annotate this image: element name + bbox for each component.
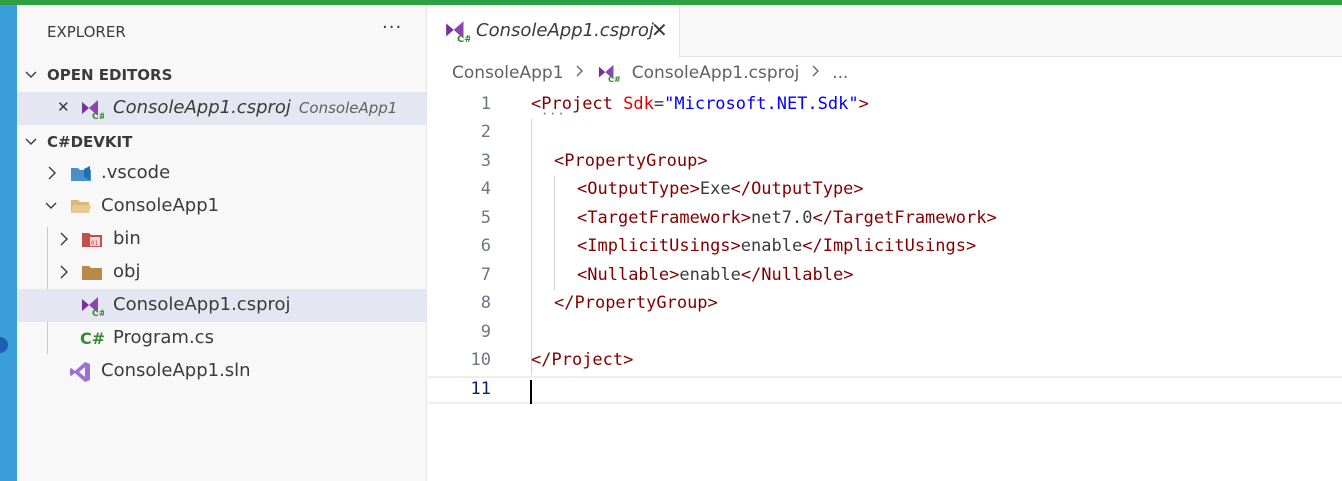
code-line: 3 <PropertyGroup>: [428, 148, 1342, 176]
line-content: </Project>: [531, 350, 634, 370]
line-number: 1: [480, 94, 491, 114]
folder-icon: [81, 262, 103, 282]
tree-item-label: ConsoleApp1: [101, 195, 220, 216]
code-line: 4 <OutputType>Exe</OutputType>: [428, 176, 1342, 204]
tab-bar: C# ConsoleApp1.csproj ✕: [428, 5, 1342, 58]
explorer-title: EXPLORER: [47, 23, 126, 41]
open-editors-label: OPEN EDITORS: [47, 66, 173, 84]
svg-text:C#: C#: [92, 309, 104, 317]
chevron-down-icon: [24, 67, 38, 87]
code-line: 2: [428, 119, 1342, 147]
line-number: 6: [480, 236, 491, 256]
workspace-header[interactable]: C#DEVKIT: [17, 128, 427, 158]
code-line: 7 <Nullable>enable</Nullable>: [428, 262, 1342, 290]
code-line: 6 <ImplicitUsings>enable</ImplicitUsings…: [428, 233, 1342, 261]
chevron-right-icon: [57, 262, 71, 287]
editor-area: C# ConsoleApp1.csproj ✕ ConsoleApp1 C# C…: [428, 5, 1342, 481]
workspace-label: C#DEVKIT: [47, 133, 133, 151]
line-content: <Nullable>enable</Nullable>: [577, 265, 854, 285]
breadcrumb: ConsoleApp1 C# ConsoleApp1.csproj ...: [452, 63, 848, 87]
line-content: </PropertyGroup>: [554, 293, 718, 313]
open-editor-label: ConsoleApp1.csproj ConsoleApp1: [113, 97, 398, 118]
open-folder-icon: [70, 196, 92, 216]
tree-item-label: bin: [113, 228, 141, 249]
line-content: <ImplicitUsings>enable</ImplicitUsings>: [577, 236, 977, 256]
tree-item-program-cs[interactable]: C# Program.cs: [17, 322, 427, 355]
text-cursor: [530, 380, 532, 404]
vscode-folder-icon: [70, 163, 92, 183]
line-number: 11: [470, 379, 491, 399]
line-number: 4: [480, 179, 491, 199]
svg-text:C#: C#: [457, 34, 470, 43]
chevron-right-icon: [57, 229, 71, 254]
binary-folder-icon: 01: [81, 229, 103, 249]
line-content: <TargetFramework>net7.0</TargetFramework…: [577, 208, 997, 228]
line-content: <PropertyGroup>: [554, 151, 708, 171]
tree-item-sln[interactable]: ConsoleApp1.sln: [17, 355, 427, 388]
accounts-badge-icon[interactable]: [0, 337, 8, 353]
chevron-down-icon: [43, 196, 59, 221]
csproj-file-icon: C#: [80, 98, 106, 122]
tree-item-label: obj: [113, 261, 141, 282]
code-line: 1 <Project Sdk="Microsoft.NET.Sdk"> ···: [428, 91, 1342, 121]
csproj-file-icon: C#: [80, 295, 106, 319]
breadcrumb-more[interactable]: ...: [832, 63, 848, 83]
activity-bar[interactable]: [0, 5, 17, 481]
code-line: 9: [428, 319, 1342, 347]
line-content: <OutputType>Exe</OutputType>: [577, 179, 864, 199]
tree-item-label: ConsoleApp1.sln: [101, 360, 251, 381]
tree-item-csproj[interactable]: C# ConsoleApp1.csproj: [17, 289, 427, 322]
code-line-current: 11: [428, 376, 1342, 404]
tree-item-vscode[interactable]: .vscode: [17, 157, 427, 190]
svg-text:C#: C#: [608, 74, 620, 83]
code-line: 5 <TargetFramework>net7.0</TargetFramewo…: [428, 205, 1342, 233]
svg-text:C#: C#: [92, 112, 104, 120]
line-number: 10: [470, 350, 491, 370]
chevron-right-icon: [575, 63, 585, 83]
line-number: 8: [480, 293, 491, 313]
breadcrumb-folder[interactable]: ConsoleApp1: [452, 63, 564, 83]
visual-studio-solution-icon: [69, 361, 91, 382]
line-number: 5: [480, 208, 491, 228]
tab-consoleapp1-csproj[interactable]: C# ConsoleApp1.csproj ✕: [428, 5, 680, 58]
chevron-right-icon: [811, 63, 821, 83]
explorer-sidebar: EXPLORER ··· OPEN EDITORS ✕ C# ConsoleAp…: [17, 5, 427, 481]
svg-text:01: 01: [91, 240, 99, 247]
close-editor-icon[interactable]: ✕: [57, 98, 70, 116]
tree-item-consoleapp1-folder[interactable]: ConsoleApp1: [17, 190, 427, 223]
svg-text:C#: C#: [80, 329, 104, 348]
tree-item-bin[interactable]: 01 bin: [17, 223, 427, 256]
open-editors-header[interactable]: OPEN EDITORS: [17, 61, 427, 91]
line-content: <Project Sdk="Microsoft.NET.Sdk">: [531, 94, 869, 114]
tree-item-label: Program.cs: [113, 327, 214, 348]
csproj-file-icon: C#: [596, 63, 621, 84]
line-number: 2: [480, 122, 491, 142]
code-line: 8 </PropertyGroup>: [428, 290, 1342, 318]
open-editor-item[interactable]: ✕ C# ConsoleApp1.csprojConsoleApp1: [17, 92, 427, 125]
chevron-down-icon: [24, 134, 38, 154]
close-tab-icon[interactable]: ✕: [651, 18, 668, 42]
csharp-file-icon: C#: [80, 327, 105, 348]
line-number: 7: [480, 265, 491, 285]
chevron-right-icon: [45, 163, 59, 188]
more-actions-icon[interactable]: ···: [382, 17, 402, 38]
csproj-file-icon: C#: [444, 19, 472, 45]
tab-label: ConsoleApp1.csproj: [476, 20, 654, 41]
tree-item-label: ConsoleApp1.csproj: [113, 294, 291, 315]
tree-item-obj[interactable]: obj: [17, 256, 427, 289]
code-line: 10 </Project>: [428, 347, 1342, 375]
breadcrumb-file[interactable]: ConsoleApp1.csproj: [632, 63, 800, 83]
line-number: 3: [480, 151, 491, 171]
line-number: 9: [480, 322, 491, 342]
tree-item-label: .vscode: [101, 162, 171, 183]
